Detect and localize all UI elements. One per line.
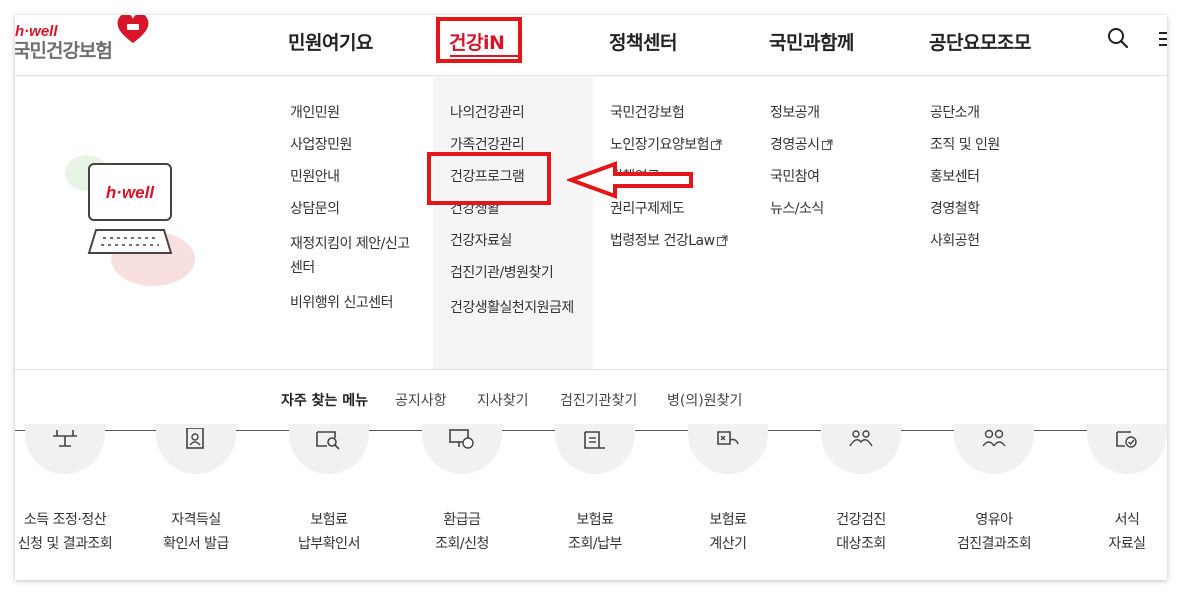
menu-item-management-disclosure-row[interactable]: 경영공시 [770,136,900,154]
logo-name-text: 국민건강보험 [15,40,113,62]
mega-menu: h·well 개인민원 사업장민원 민원안내 상담문의 재정지킴이 제안/신고센… [15,76,1167,369]
menu-item-consultation[interactable]: 상담문의 [290,200,420,218]
menu-item-news[interactable]: 뉴스/소식 [770,200,900,218]
menu-item-my-health[interactable]: 나의건강관리 [450,104,576,122]
menu-item-management-disclosure: 경영공시 [770,137,820,153]
external-link-icon [716,235,728,246]
menu-item-find-hospital[interactable]: 검진기관/병원찾기 [450,264,576,282]
menu-item-ltc-insurance-row[interactable]: 노인장기요양보험 [610,136,750,154]
service-label-line1: 서식 [1114,512,1140,528]
external-link-icon [821,139,833,150]
menu-item-organization[interactable]: 조직 및 인원 [930,136,1060,154]
quick-link-hospitals[interactable]: 병(의)원찾기 [667,390,742,410]
site-logo[interactable]: h·well 국민건강보험 [15,15,153,70]
menu-item-pr-center[interactable]: 홍보센터 [930,168,1060,186]
menu-column-policy: 국민건강보험 노인장기요양보험 정책연구 권리구제제도 법령정보 건강Law [610,104,750,264]
menu-item-healthy-living[interactable]: 건강생활 [450,200,576,218]
menu-item-social-contribution[interactable]: 사회공헌 [930,232,1060,250]
menu-item-health-program[interactable]: 건강프로그램 [450,168,576,186]
menu-item-health-incentive[interactable]: 건강생활실천지원금제 [450,296,576,320]
service-label-line1: 보험료 [709,512,747,528]
site-header: h·well 국민건강보험 민원여기요 건강iN 정책센터 국민과함께 공단요모… [15,15,1167,76]
gnb-policy-center[interactable]: 정책센터 [609,28,677,55]
hwell-laptop-illustration: h·well [65,155,195,286]
menu-item-policy-research[interactable]: 정책연구 [610,168,750,186]
service-label-line2: 자료실 [1108,536,1146,552]
gnb-active-underline [450,55,520,57]
menu-item-health-library[interactable]: 건강자료실 [450,232,576,250]
external-link-icon [711,139,722,150]
service-label-line2: 납부확인서 [298,536,360,552]
menu-item-philosophy[interactable]: 경영철학 [930,200,1060,218]
menu-item-business-minwon[interactable]: 사업장민원 [290,136,420,154]
menu-item-public-participation[interactable]: 국민참여 [770,168,900,186]
menu-column-together: 정보공개 경영공시 국민참여 뉴스/소식 [770,104,900,232]
gnb-together[interactable]: 국민과함께 [769,28,854,55]
quick-link-checkup-centers[interactable]: 검진기관찾기 [560,390,637,410]
menu-item-rights-relief[interactable]: 권리구제제도 [610,200,750,218]
service-label-line1: 보험료 [576,512,614,528]
service-label-line2: 대상조회 [836,536,886,552]
document-check-icon [1116,431,1137,448]
service-label-line2: 조회/납부 [568,536,622,552]
calculator-hand-icon [717,431,739,445]
menu-item-introduction[interactable]: 공단소개 [930,104,1060,122]
gnb-minwon[interactable]: 민원여기요 [288,28,373,55]
service-label-line2: 계산기 [709,536,747,552]
service-label-line2: 신청 및 결과조회 [17,536,113,552]
menu-item-finance-report[interactable]: 재정지킴이 제안/신고센터 [290,232,420,280]
service-label-line2: 확인서 발급 [163,536,229,552]
page-frame: h·well 국민건강보험 민원여기요 건강iN 정책센터 국민과함께 공단요모… [15,15,1167,580]
menu-column-minwon: 개인민원 사업장민원 민원안내 상담문의 재정지킴이 제안/신고센터 비위행위 … [290,104,420,326]
gnb-about[interactable]: 공단요모조모 [929,28,1031,55]
quick-link-branches[interactable]: 지사찾기 [477,390,529,410]
service-label-line2: 검진결과조회 [956,536,1032,552]
heart-icon [117,15,149,43]
search-icon[interactable] [1107,27,1129,49]
menu-item-nhis[interactable]: 국민건강보험 [610,104,750,122]
menu-item-health-law: 법령정보 건강Law [610,233,715,249]
menu-item-minwon-guide[interactable]: 민원안내 [290,168,420,186]
menu-item-family-health[interactable]: 가족건강관리 [450,136,576,154]
service-label-line1: 소득 조정·정산 [23,512,107,528]
menu-item-ltc-insurance: 노인장기요양보험 [610,137,710,153]
gnb-health-in[interactable]: 건강iN [449,28,505,55]
receipt-icon [584,431,605,449]
people-icon [982,429,1006,447]
menu-item-info-disclosure[interactable]: 정보공개 [770,104,900,122]
menu-item-personal-minwon[interactable]: 개인민원 [290,104,420,122]
service-label-line1: 보험료 [310,512,348,528]
service-label-line1: 건강검진 [836,512,886,528]
menu-column-about: 공단소개 조직 및 인원 홍보센터 경영철학 사회공헌 [930,104,1060,264]
health-checkup-icon [849,430,873,447]
service-label-line2: 조회/신청 [435,536,489,552]
illustration-badge-text: h·well [106,183,155,202]
monitor-coin-icon [449,429,474,449]
menu-item-health-law-row[interactable]: 법령정보 건강Law [610,232,750,250]
service-label-line1: 영유아 [975,512,1013,528]
menu-column-health: 나의건강관리 가족건강관리 건강프로그램 건강생활 건강자료실 검진기관/병원찾… [450,104,576,334]
document-search-icon [316,431,340,450]
hamburger-menu-icon[interactable] [1159,31,1167,47]
quick-link-notices[interactable]: 공지사항 [395,390,447,410]
service-shortcuts: 소득 조정·정산신청 및 결과조회 자격득실확인서 발급 보험료납부확인서 환급… [15,424,1167,580]
menu-item-misconduct-report[interactable]: 비위행위 신고센터 [290,294,420,312]
service-label-line1: 자격득실 [171,512,221,528]
frequent-menu-title: 자주 찾는 메뉴 [281,393,369,409]
service-label-line1: 환급금 [443,512,481,528]
id-card-icon [186,428,204,449]
frequent-menu-bar: 자주 찾는 메뉴 공지사항 지사찾기 검진기관찾기 병(의)원찾기 [15,369,1167,431]
desk-icon [53,430,77,447]
